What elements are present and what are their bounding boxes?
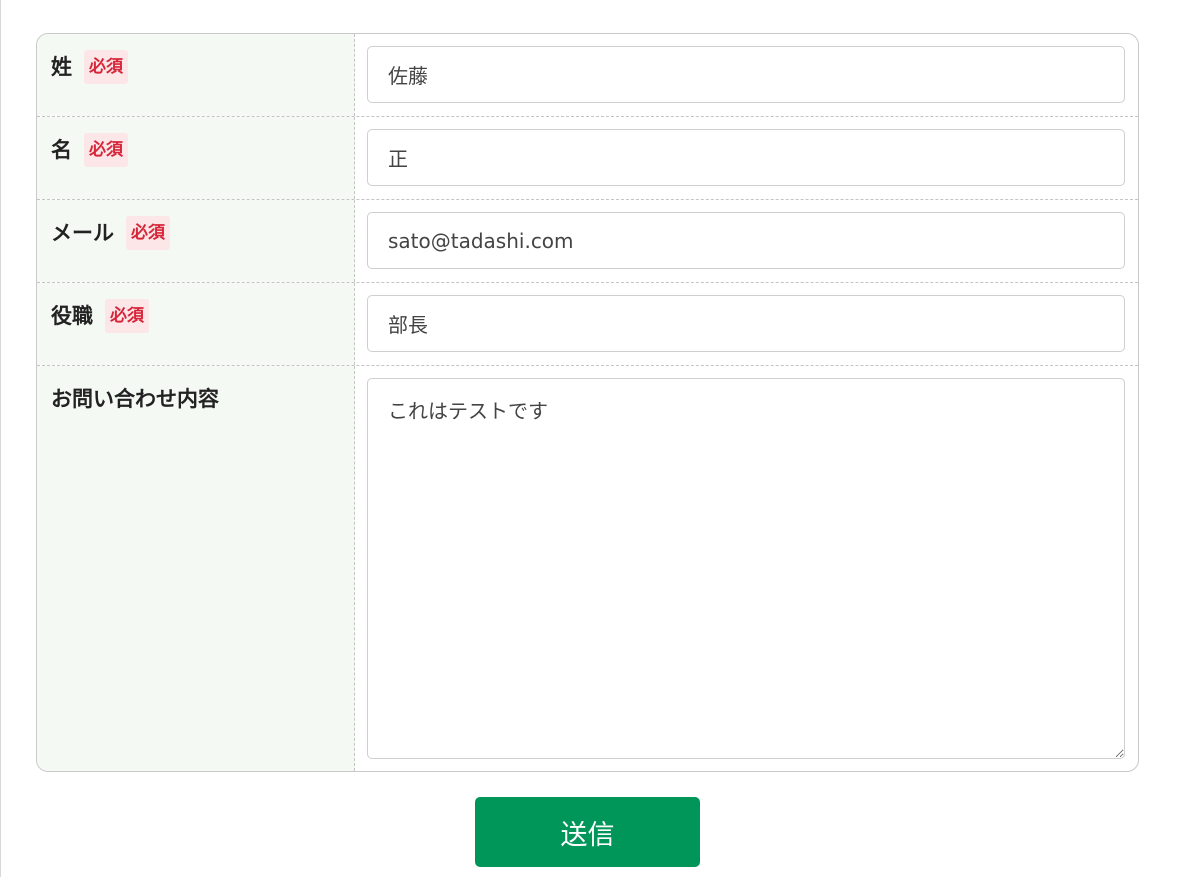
field-cell bbox=[355, 200, 1138, 282]
field-cell bbox=[355, 117, 1138, 199]
required-badge: 必須 bbox=[84, 133, 128, 167]
form-row-email: メール 必須 bbox=[37, 200, 1138, 283]
form-row-last-name: 姓 必須 bbox=[37, 34, 1138, 117]
submit-button[interactable]: 送信 bbox=[475, 797, 700, 867]
label-cell: 姓 必須 bbox=[37, 34, 355, 116]
first-name-input[interactable] bbox=[367, 129, 1125, 186]
label-cell: メール 必須 bbox=[37, 200, 355, 282]
email-input[interactable] bbox=[367, 212, 1125, 269]
last-name-input[interactable] bbox=[367, 46, 1125, 103]
field-cell bbox=[355, 283, 1138, 365]
position-label: 役職 bbox=[51, 304, 93, 328]
label-cell: 役職 必須 bbox=[37, 283, 355, 365]
form-row-position: 役職 必須 bbox=[37, 283, 1138, 366]
form-row-first-name: 名 必須 bbox=[37, 117, 1138, 200]
last-name-label: 姓 bbox=[51, 55, 72, 79]
label-cell: 名 必須 bbox=[37, 117, 355, 199]
position-input[interactable] bbox=[367, 295, 1125, 352]
required-badge: 必須 bbox=[84, 50, 128, 84]
form-row-message: お問い合わせ内容 これはテストです bbox=[37, 366, 1138, 771]
message-label: お問い合わせ内容 bbox=[51, 387, 219, 411]
required-badge: 必須 bbox=[105, 299, 149, 333]
message-textarea[interactable]: これはテストです bbox=[367, 378, 1125, 759]
label-cell: お問い合わせ内容 bbox=[37, 366, 355, 771]
field-cell bbox=[355, 34, 1138, 116]
contact-form-page: 姓 必須 名 必須 メール 必須 bbox=[0, 0, 1182, 877]
contact-form-table: 姓 必須 名 必須 メール 必須 bbox=[36, 33, 1139, 772]
first-name-label: 名 bbox=[51, 138, 72, 162]
required-badge: 必須 bbox=[126, 216, 170, 250]
email-label: メール bbox=[51, 221, 114, 245]
field-cell: これはテストです bbox=[355, 366, 1138, 771]
